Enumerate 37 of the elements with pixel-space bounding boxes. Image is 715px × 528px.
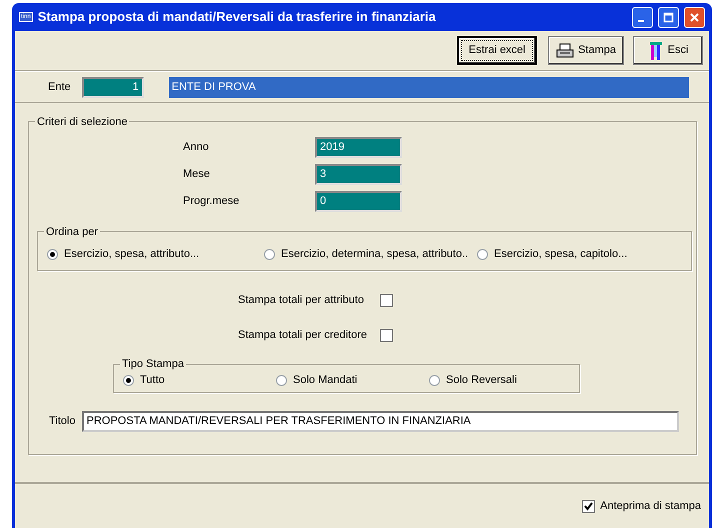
- radio-option[interactable]: Esercizio, spesa, attributo...: [47, 246, 264, 263]
- radio-option[interactable]: Esercizio, determina, spesa, attributo..: [264, 246, 477, 263]
- text-field[interactable]: 0: [315, 191, 402, 212]
- close-button[interactable]: [684, 6, 705, 28]
- text-field[interactable]: 3: [315, 164, 402, 185]
- field-label: Anno: [183, 140, 210, 156]
- radio-option[interactable]: Solo Mandati: [276, 372, 429, 388]
- ente-label: Ente: [48, 80, 71, 95]
- group-title: Ordina per: [44, 224, 100, 240]
- checkbox-option[interactable]: Anteprima di stampa: [582, 498, 701, 514]
- door-icon: [648, 40, 664, 60]
- checkbox[interactable]: [380, 294, 393, 307]
- window-title: Stampa proposta di mandati/Reversali da trasferire in finanziaria: [38, 8, 437, 26]
- checkbox-label: Stampa totali per attributo: [238, 293, 365, 308]
- radio-option[interactable]: Esercizio, spesa, capitolo...: [477, 246, 628, 263]
- minimize-button[interactable]: [632, 6, 653, 28]
- text-field[interactable]: 2019: [315, 137, 402, 158]
- ente-code-field[interactable]: 1: [82, 76, 144, 98]
- exit-button[interactable]: Esci: [633, 36, 703, 65]
- check-icon: [584, 502, 594, 510]
- printer-icon: [556, 42, 574, 58]
- export-button[interactable]: Estrai excel: [457, 36, 538, 65]
- title-field[interactable]: PROPOSTA MANDATI/REVERSALI PER TRASFERIMENTO IN FINANZIARIA: [82, 411, 678, 432]
- field-label: Progr.mese: [183, 194, 240, 210]
- ente-name-field[interactable]: ENTE DI PROVA: [168, 76, 689, 98]
- print-button[interactable]: Stampa: [548, 36, 624, 65]
- checkbox-label: Stampa totali per creditore: [238, 328, 368, 344]
- field-label: Mese: [183, 167, 211, 182]
- radio-option[interactable]: Tutto: [123, 372, 276, 388]
- close-icon: [689, 12, 700, 22]
- maximize-icon: [663, 12, 674, 22]
- minimize-icon: [638, 20, 644, 22]
- title-label: Titolo: [49, 414, 76, 430]
- radio-option[interactable]: Solo Reversali: [429, 372, 517, 388]
- checkbox[interactable]: [380, 329, 393, 342]
- group-title: Tipo Stampa: [120, 356, 186, 372]
- maximize-button[interactable]: [658, 6, 679, 28]
